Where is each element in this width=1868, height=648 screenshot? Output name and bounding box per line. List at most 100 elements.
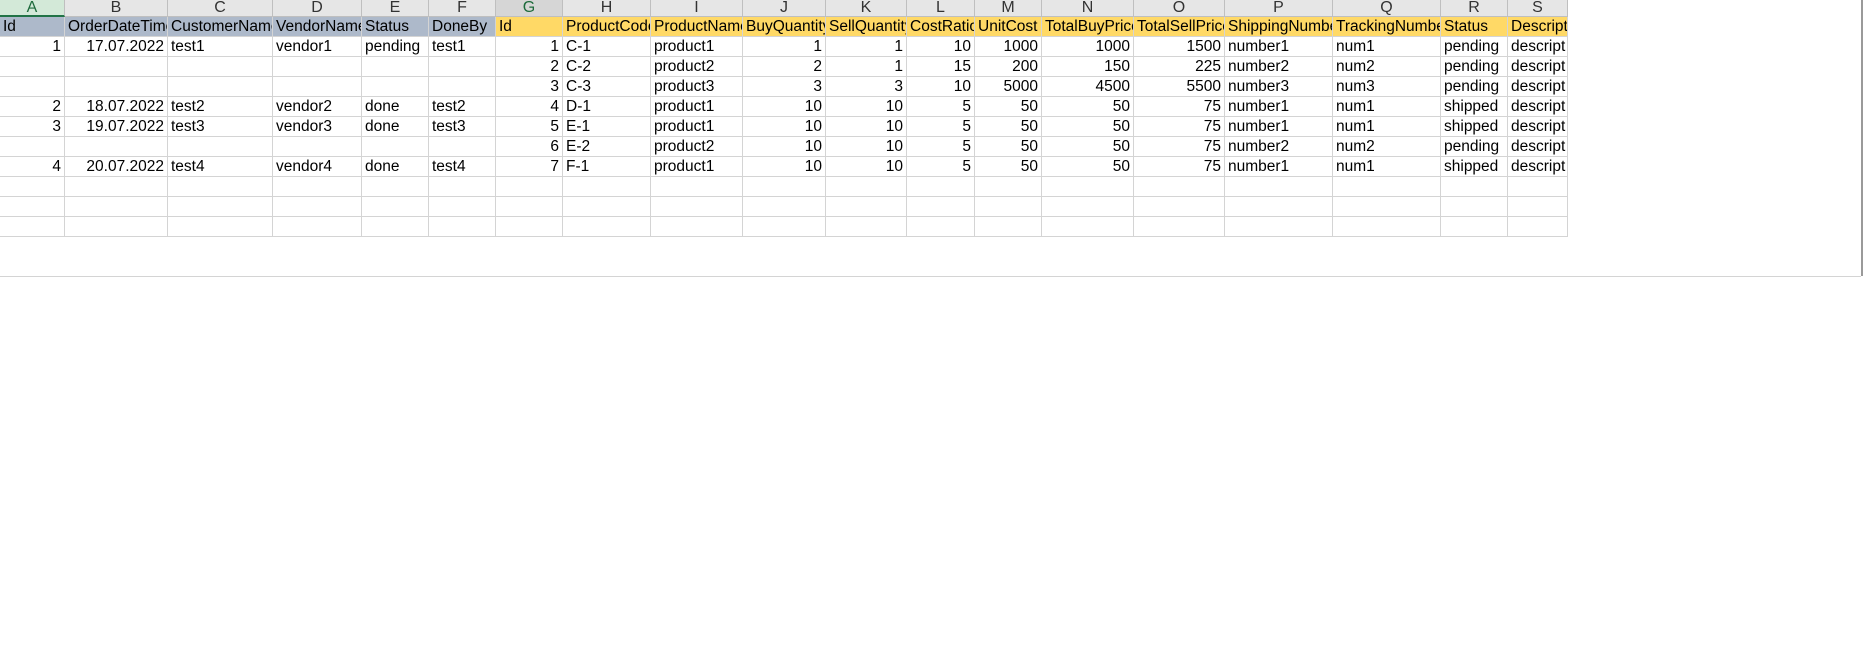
cell-a[interactable]: 3 [0, 117, 65, 137]
cell-d[interactable] [273, 57, 362, 77]
cell-l[interactable]: 10 [907, 37, 975, 57]
cell-r[interactable] [1441, 197, 1508, 217]
cell-f[interactable]: test1 [429, 37, 496, 57]
cell-q[interactable]: num2 [1333, 137, 1441, 157]
cell-r[interactable]: shipped [1441, 97, 1508, 117]
cell-h[interactable] [563, 217, 651, 237]
cell-h[interactable] [563, 197, 651, 217]
cell-p[interactable]: number3 [1225, 77, 1333, 97]
cell-c[interactable]: test4 [168, 157, 273, 177]
cell-l[interactable] [907, 217, 975, 237]
cell-o[interactable]: 75 [1134, 157, 1225, 177]
cell-s[interactable]: descript [1508, 77, 1568, 97]
cell-h[interactable]: C-3 [563, 77, 651, 97]
cell-n[interactable] [1042, 217, 1134, 237]
cell-d[interactable] [273, 197, 362, 217]
cell-l[interactable]: 5 [907, 97, 975, 117]
cell-g[interactable]: 6 [496, 137, 563, 157]
cell-p[interactable]: number1 [1225, 37, 1333, 57]
cell-m[interactable] [975, 217, 1042, 237]
cell-r[interactable] [1441, 217, 1508, 237]
column-letter-m[interactable]: M [975, 0, 1042, 17]
cell-r[interactable]: pending [1441, 37, 1508, 57]
cell-n[interactable] [1042, 197, 1134, 217]
cell-q[interactable]: num1 [1333, 117, 1441, 137]
cell-f[interactable]: test2 [429, 97, 496, 117]
cell-b[interactable]: 18.07.2022 [65, 97, 168, 117]
cell-d[interactable]: vendor2 [273, 97, 362, 117]
cell-l[interactable]: 10 [907, 77, 975, 97]
cell-e[interactable] [362, 77, 429, 97]
cell-f[interactable] [429, 217, 496, 237]
cell-c[interactable]: test2 [168, 97, 273, 117]
cell-a[interactable]: 2 [0, 97, 65, 117]
cell-k[interactable]: 1 [826, 57, 907, 77]
cell-e[interactable] [362, 57, 429, 77]
cell-s[interactable] [1508, 197, 1568, 217]
cell-k[interactable] [826, 217, 907, 237]
cell-i[interactable]: product2 [651, 57, 743, 77]
header-cell-a[interactable]: Id [0, 17, 65, 37]
header-cell-b[interactable]: OrderDateTime [65, 17, 168, 37]
cell-p[interactable] [1225, 217, 1333, 237]
column-letter-l[interactable]: L [907, 0, 975, 17]
column-letter-o[interactable]: O [1134, 0, 1225, 17]
cell-m[interactable] [975, 197, 1042, 217]
cell-b[interactable] [65, 57, 168, 77]
cell-n[interactable]: 50 [1042, 97, 1134, 117]
cell-i[interactable] [651, 177, 743, 197]
cell-b[interactable] [65, 137, 168, 157]
header-cell-g[interactable]: Id [496, 17, 563, 37]
cell-c[interactable] [168, 197, 273, 217]
header-cell-n[interactable]: TotalBuyPrice [1042, 17, 1134, 37]
cell-o[interactable]: 75 [1134, 117, 1225, 137]
cell-o[interactable]: 225 [1134, 57, 1225, 77]
cell-e[interactable]: pending [362, 37, 429, 57]
cell-l[interactable]: 5 [907, 137, 975, 157]
cell-o[interactable]: 75 [1134, 97, 1225, 117]
header-cell-l[interactable]: CostRatio [907, 17, 975, 37]
cell-s[interactable]: descript [1508, 137, 1568, 157]
cell-r[interactable]: shipped [1441, 117, 1508, 137]
cell-o[interactable] [1134, 197, 1225, 217]
column-letter-p[interactable]: P [1225, 0, 1333, 17]
cell-r[interactable]: pending [1441, 137, 1508, 157]
cell-h[interactable]: E-1 [563, 117, 651, 137]
column-letter-k[interactable]: K [826, 0, 907, 17]
cell-a[interactable] [0, 77, 65, 97]
cell-s[interactable]: descript [1508, 117, 1568, 137]
column-letter-j[interactable]: J [743, 0, 826, 17]
cell-g[interactable]: 1 [496, 37, 563, 57]
cell-k[interactable]: 3 [826, 77, 907, 97]
header-cell-j[interactable]: BuyQuantity [743, 17, 826, 37]
cell-m[interactable]: 50 [975, 157, 1042, 177]
column-letter-d[interactable]: D [273, 0, 362, 17]
header-cell-s[interactable]: Descript [1508, 17, 1568, 37]
cell-g[interactable] [496, 217, 563, 237]
cell-i[interactable]: product1 [651, 97, 743, 117]
cell-j[interactable]: 10 [743, 97, 826, 117]
cell-a[interactable] [0, 57, 65, 77]
column-letter-g[interactable]: G [496, 0, 563, 17]
cell-k[interactable]: 10 [826, 137, 907, 157]
header-cell-h[interactable]: ProductCode [563, 17, 651, 37]
column-letter-q[interactable]: Q [1333, 0, 1441, 17]
vertical-scrollbar-edge[interactable] [1861, 0, 1863, 276]
cell-o[interactable]: 5500 [1134, 77, 1225, 97]
cell-p[interactable]: number1 [1225, 97, 1333, 117]
cell-q[interactable]: num1 [1333, 97, 1441, 117]
column-letter-c[interactable]: C [168, 0, 273, 17]
cell-d[interactable]: vendor4 [273, 157, 362, 177]
cell-f[interactable] [429, 77, 496, 97]
cell-n[interactable] [1042, 177, 1134, 197]
cell-p[interactable]: number2 [1225, 57, 1333, 77]
cell-g[interactable]: 5 [496, 117, 563, 137]
column-letter-n[interactable]: N [1042, 0, 1134, 17]
cell-i[interactable]: product1 [651, 37, 743, 57]
cell-s[interactable]: descript [1508, 97, 1568, 117]
cell-m[interactable]: 1000 [975, 37, 1042, 57]
header-cell-m[interactable]: UnitCost [975, 17, 1042, 37]
cell-m[interactable]: 5000 [975, 77, 1042, 97]
cell-k[interactable]: 10 [826, 117, 907, 137]
cell-c[interactable]: test3 [168, 117, 273, 137]
